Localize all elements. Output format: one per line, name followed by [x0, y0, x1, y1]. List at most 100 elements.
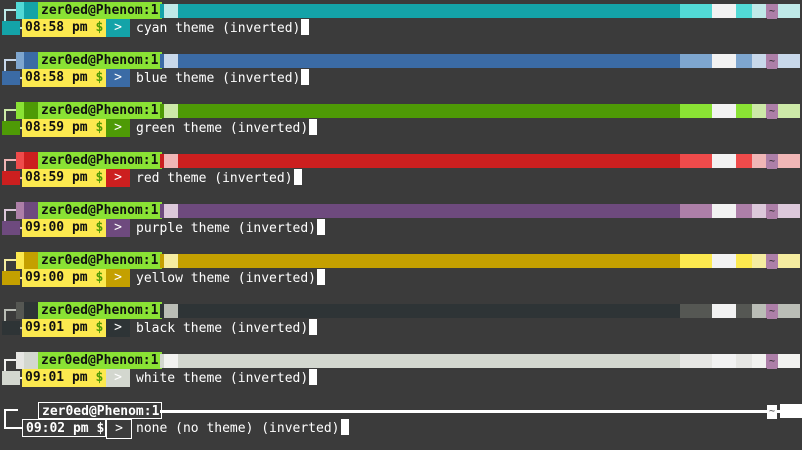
command-text: none (no theme) (inverted) [136, 419, 349, 437]
prompt-arrow-icon: > [114, 370, 122, 385]
bar-fill [680, 154, 712, 168]
time-text: 09:01 pm [25, 370, 96, 385]
time-label: 09:02 pm $ [22, 419, 106, 437]
arrow-indicator: > [106, 169, 130, 187]
arrow-indicator: > [106, 69, 130, 87]
command-text: blue theme (inverted) [136, 69, 310, 87]
tilde-indicator: ~ [767, 5, 777, 19]
prompt-arrow-icon: > [114, 20, 122, 35]
bar-fill [680, 54, 712, 68]
status-bar [160, 304, 802, 318]
color-swatch [16, 352, 24, 369]
tilde-indicator: ~ [767, 305, 777, 319]
command-string: white theme (inverted) [136, 371, 309, 386]
prompt-arrow-icon: > [114, 270, 122, 285]
prompt-block: zer0ed@Phenom:1 ~09:00 pm $ > purple theme … [0, 202, 802, 238]
prompt-arrow-icon: > [114, 70, 122, 85]
color-swatch [2, 21, 20, 35]
color-swatch [2, 321, 20, 335]
tilde-indicator: ~ [767, 55, 777, 69]
time-text: 09:02 pm [26, 421, 97, 436]
command-string: yellow theme (inverted) [136, 271, 317, 286]
time-text: 08:59 pm [25, 170, 96, 185]
prompt-arrow-icon: > [114, 220, 122, 235]
frame-line [4, 409, 6, 427]
command-text: cyan theme (inverted) [136, 19, 310, 37]
color-swatch [24, 102, 38, 119]
tilde-indicator: ~ [767, 105, 777, 119]
bar-fill [712, 354, 736, 368]
cursor[interactable] [309, 319, 318, 335]
bar-fill [712, 254, 736, 268]
bar-fill [752, 204, 766, 218]
cursor[interactable] [309, 369, 318, 385]
bar-fill [736, 304, 752, 318]
host-label: zer0ed@Phenom:1 [38, 102, 162, 119]
bar-fill [164, 204, 178, 218]
dollar-sign: $ [95, 220, 104, 235]
color-swatch [24, 202, 38, 219]
prompt-block: zer0ed@Phenom:1 ~08:59 pm $ > green theme (… [0, 102, 802, 138]
bar-fill [680, 104, 712, 118]
command-string: purple theme (inverted) [136, 221, 317, 236]
bar-fill [752, 254, 766, 268]
arrow-indicator: > [106, 319, 130, 337]
color-swatch [24, 302, 38, 319]
time-label: 09:01 pm $ [22, 369, 106, 387]
command-text: purple theme (inverted) [136, 219, 326, 237]
bar-fill [164, 54, 178, 68]
status-bar [160, 104, 802, 118]
status-bar [160, 354, 802, 368]
color-swatch [2, 221, 20, 235]
dollar-sign: $ [95, 270, 104, 285]
frame-line [4, 409, 18, 411]
command-text: red theme (inverted) [136, 169, 302, 187]
time-text: 08:58 pm [25, 20, 96, 35]
tilde-indicator: ~ [767, 155, 777, 169]
status-bar [160, 204, 802, 218]
prompt-block: zer0ed@Phenom:1 ~08:58 pm $ > blue theme (i… [0, 52, 802, 88]
tilde-indicator: ~ [767, 205, 777, 219]
cursor[interactable] [340, 419, 349, 435]
bar-fill [736, 54, 752, 68]
bar-fill [164, 154, 178, 168]
color-swatch [24, 2, 38, 19]
prompt-block: zer0ed@Phenom:1 ~09:01 pm $ > black theme (… [0, 302, 802, 338]
dollar-sign: $ [95, 170, 104, 185]
bar-fill [712, 104, 736, 118]
dollar-sign: $ [95, 370, 104, 385]
dollar-sign: $ [95, 70, 104, 85]
cursor[interactable] [309, 119, 318, 135]
tilde-indicator: ~ [767, 255, 777, 269]
cursor[interactable] [301, 69, 310, 85]
cursor[interactable] [293, 169, 302, 185]
cursor[interactable] [317, 269, 326, 285]
color-swatch [2, 371, 20, 385]
dollar-sign: $ [95, 20, 104, 35]
time-text: 09:00 pm [25, 270, 96, 285]
bar-fill [736, 254, 752, 268]
time-label: 08:59 pm $ [22, 169, 106, 187]
color-swatch [16, 52, 24, 69]
color-swatch [2, 271, 20, 285]
status-bar [160, 54, 802, 68]
bar-fill [780, 404, 802, 418]
bar-fill [680, 204, 712, 218]
bar-fill [778, 254, 800, 268]
status-bar [160, 404, 802, 418]
bar-fill [712, 154, 736, 168]
prompt-arrow-icon: > [114, 170, 122, 185]
bar-fill [178, 254, 680, 268]
bar-fill [752, 354, 766, 368]
status-bar [160, 4, 802, 18]
bar-fill [736, 204, 752, 218]
bar-fill [164, 104, 178, 118]
command-string: red theme (inverted) [136, 171, 293, 186]
time-text: 08:58 pm [25, 70, 96, 85]
cursor[interactable] [317, 219, 326, 235]
bar-fill [752, 4, 766, 18]
cursor[interactable] [301, 19, 310, 35]
bar-fill [752, 54, 766, 68]
bar-fill [164, 304, 178, 318]
command-string: cyan theme (inverted) [136, 21, 301, 36]
